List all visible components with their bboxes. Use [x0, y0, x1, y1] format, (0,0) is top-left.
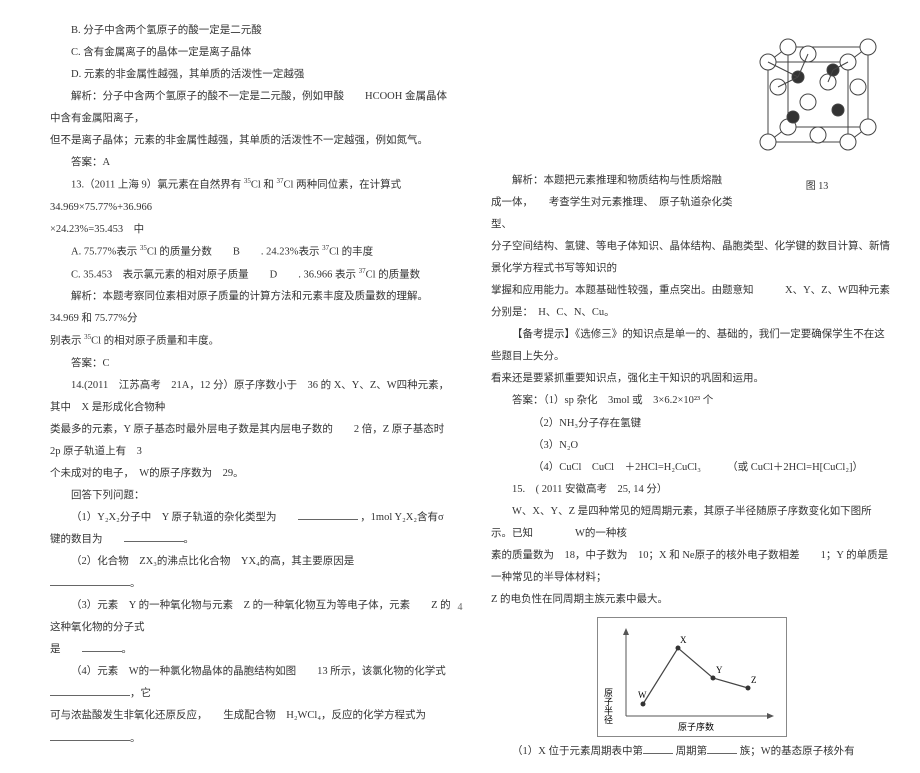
blank — [707, 743, 737, 754]
q14-line1: 14.(2011 江苏高考 21A，12 分）原子序数小于 36 的 X、Y、Z… — [50, 375, 451, 419]
svg-text:Y: Y — [716, 665, 723, 675]
q13-text2: Cl 和 — [251, 180, 274, 191]
q13-line1: 13.（2011 上海 9）氯元素在自然界有 35Cl 和 37Cl 两种同位素… — [50, 174, 451, 219]
exam-tip2: 看来还是要紧抓重要知识点，强化主干知识的巩固和运用。 — [491, 368, 892, 390]
q14-2a: （2）化合物 ZX₃的沸点比化合物 YX₄的高，其主要原因是 — [71, 556, 375, 567]
q13-analysis2: 别表示 35Cl 的相对原子质量和丰度。 — [50, 330, 451, 353]
answer-sub3: （3）N₂O — [491, 435, 892, 457]
iso35a: 35 — [140, 244, 147, 252]
analysis-line2: 但不是离子晶体；元素的非金属性越强，其单质的活泼性不一定越强，例如氮气。 — [50, 130, 451, 152]
answer-head: 答案：（1）sp 杂化 3mol 或 3×6.2×10²³ 个 — [491, 390, 892, 412]
blank — [50, 576, 130, 587]
option-d: D. 元素的非金属性越强，其单质的活泼性一定越强 — [50, 64, 451, 86]
q14-sub3b: 是 。 — [50, 639, 451, 661]
q14-2b: 。 — [130, 578, 141, 589]
q14-3c: 。 — [122, 644, 133, 655]
q14-line3: 个未成对的电子， W的原子序数为 29。 — [50, 463, 451, 485]
answer-sub2: （2）NH₃分子存在氢键 — [491, 413, 892, 435]
analysis-line1: 解析：分子中含两个氢原子的酸不一定是二元酸，例如甲酸 HCOOH 金属晶体中含有… — [50, 86, 451, 130]
q13a-t1: A. 75.77%表示 — [71, 246, 137, 257]
q14-4d: 。 — [130, 733, 141, 744]
answer-sub4: （4）CuCl CuCl ＋2HCl=H₂CuCl₃ （或 CuCl＋2HCl=… — [491, 457, 892, 479]
left-column: B. 分子中含两个氢原子的酸一定是二元酸 C. 含有金属离子的晶体一定是离子晶体… — [50, 20, 451, 763]
q13c-t1: C. 35.453 表示氯元素的相对原子质量 D . 36.966 表示 — [71, 269, 356, 280]
q13a-t2: Cl 的质量分数 B . 24.23%表示 — [147, 246, 320, 257]
q15-1a: （1）X 位于元素周期表中第 — [512, 746, 643, 757]
blank — [82, 642, 122, 653]
answer-13: 答案：C — [50, 353, 451, 375]
blank — [50, 686, 130, 697]
blank — [124, 532, 184, 543]
svg-text:X: X — [680, 635, 687, 645]
q14-sub4a: （4）元素 W的一种氯化物晶体的晶胞结构如图 13 所示，该氯化物的化学式 ，它 — [50, 661, 451, 705]
right-column: 图 13 解析：本题把元素推理和物质结构与性质熔融成一体， 考查学生对元素推理、… — [491, 20, 892, 763]
q13c-t2: Cl 的质量数 — [366, 269, 421, 280]
q13-opt-a: A. 75.77%表示 35Cl 的质量分数 B . 24.23%表示 37Cl… — [50, 241, 451, 264]
q13ana2a: 别表示 — [50, 336, 82, 347]
q13a-t3: Cl 的丰度 — [329, 246, 373, 257]
q13-text1: 13.（2011 上海 9）氯元素在自然界有 — [71, 180, 241, 191]
svg-text:原子半径: 原子半径 — [603, 688, 613, 724]
iso37c: 37 — [359, 267, 366, 275]
q15-1b: 周期第 — [676, 746, 708, 757]
q14-line2: 类最多的元素，Y 原子基态时最外层电子数是其内层电子数的 2 倍，Z 原子基态时… — [50, 419, 451, 463]
q13-line2: ×24.23%=35.453 中 — [50, 219, 451, 241]
analysis-r3: 掌握和应用能力。本题基础性较强，重点突出。由题意知 X、Y、Z、W四种元素分别是… — [491, 280, 892, 324]
atomic-radius-chart: W X Y Z 原子半径 原子序数 — [597, 617, 787, 737]
q15-line2: W、X、Y、Z 是四种常见的短周期元素，其原子半径随原子序数变化如下图所示。已知… — [491, 501, 892, 545]
q13ana2b: Cl 的相对原子质量和丰度。 — [91, 336, 219, 347]
q15-line1: 15. ( 2011 安徽高考 25, 14 分） — [491, 479, 892, 501]
q15-sub1: （1）X 位于元素周期表中第 周期第 族；W的基态原子核外有 — [491, 741, 892, 763]
q13-opt-c: C. 35.453 表示氯元素的相对原子质量 D . 36.966 表示 37C… — [50, 264, 451, 287]
exam-tip1: 【备考提示】《选修三》的知识点是单一的、基础的，我们一定要确保学生不在这些题目上… — [491, 324, 892, 368]
q14-4c: 可与浓盐酸发生非氧化还原反应， 生成配合物 H₂WCl₄，反应的化学方程式为 — [50, 710, 447, 721]
option-c: C. 含有金属离子的晶体一定是离子晶体 — [50, 42, 451, 64]
q14-1a: （1）Y₂X₂分子中 Y 原子轨道的杂化类型为 — [71, 512, 298, 523]
analysis-r2: 分子空间结构、氢键、等电子体知识、晶体结构、晶胞类型、化学键的数目计算、新情景化… — [491, 236, 892, 280]
q15-line3: 素的质量数为 18，中子数为 10；X 和 Ne原子的核外电子数相差 1；Y 的… — [491, 545, 892, 589]
svg-text:Z: Z — [751, 675, 757, 685]
blank — [298, 510, 358, 521]
q14-sub4b: 可与浓盐酸发生非氧化还原反应， 生成配合物 H₂WCl₄，反应的化学方程式为 。 — [50, 705, 451, 749]
svg-text:W: W — [638, 690, 647, 700]
q14-1c: 。 — [184, 534, 195, 545]
q14-3b: 是 — [50, 644, 82, 655]
q14-sub1: （1）Y₂X₂分子中 Y 原子轨道的杂化类型为 ，1mol Y₂X₂含有σ键的数… — [50, 507, 451, 551]
blank — [50, 730, 130, 741]
page-number: 4 — [0, 602, 920, 613]
figure-13-label: 图 13 — [742, 176, 892, 197]
option-b: B. 分子中含两个氢原子的酸一定是二元酸 — [50, 20, 451, 42]
blank — [643, 743, 673, 754]
q14-prompt: 回答下列问题： — [50, 485, 451, 507]
q14-sub2: （2）化合物 ZX₃的沸点比化合物 YX₄的高，其主要原因是 。 — [50, 551, 451, 595]
isotope-37: 37 — [277, 177, 284, 185]
isotope-35: 35 — [244, 177, 251, 185]
q14-4a: （4）元素 W的一种氯化物晶体的晶胞结构如图 13 所示，该氯化物的化学式 — [71, 666, 467, 677]
svg-text:原子序数: 原子序数 — [678, 721, 714, 732]
q13-analysis1: 解析：本题考察同位素相对原子质量的计算方法和元素丰度及质量数的理解。 34.96… — [50, 286, 451, 330]
q15-1c: 族；W的基态原子核外有 — [740, 746, 855, 757]
chart-svg: W X Y Z 原子半径 原子序数 — [598, 618, 788, 738]
q14-4b: ，它 — [130, 688, 151, 699]
crystal-structure-icon — [738, 22, 888, 172]
answer-12: 答案：A — [50, 152, 451, 174]
